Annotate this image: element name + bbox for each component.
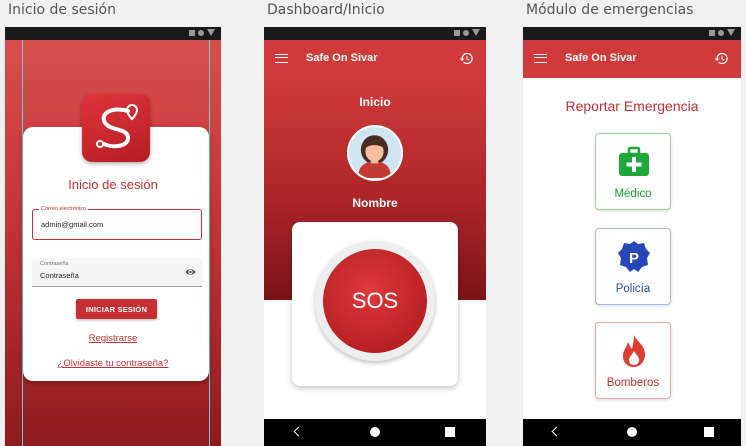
bomberos-label: Bomberos bbox=[606, 377, 660, 389]
sos-card: SOS bbox=[292, 222, 458, 386]
fire-icon bbox=[623, 335, 646, 367]
app-logo-icon bbox=[82, 94, 150, 162]
forgot-password-link[interactable]: ¿Olvidaste tu contraseña? bbox=[5, 358, 221, 369]
screen-caption-emergencies: Módulo de emergencias bbox=[526, 2, 694, 18]
avatar[interactable] bbox=[347, 125, 403, 181]
login-title: Inicio de sesión bbox=[68, 177, 158, 192]
app-title: Safe On Sivar bbox=[565, 52, 637, 64]
svg-text:P: P bbox=[629, 250, 639, 267]
history-icon[interactable] bbox=[459, 51, 474, 66]
sos-ring: SOS bbox=[315, 241, 435, 361]
home-icon[interactable] bbox=[627, 427, 637, 437]
policia-button[interactable]: P Policía bbox=[595, 228, 671, 305]
email-field-value: admin@gmail.com bbox=[41, 220, 104, 229]
dashboard-screen: Safe On Sivar Inicio Nombre SOS bbox=[264, 27, 486, 446]
first-aid-kit-icon bbox=[619, 146, 649, 176]
layout-guide bbox=[209, 40, 210, 446]
page-title: Reportar Emergencia bbox=[565, 98, 699, 114]
policia-label: Policía bbox=[615, 283, 651, 295]
user-name: Nombre bbox=[352, 196, 398, 210]
android-nav-bar bbox=[264, 419, 486, 446]
page-title: Inicio bbox=[359, 95, 391, 109]
sos-button[interactable]: SOS bbox=[323, 249, 427, 353]
email-field[interactable]: Correo electrónico admin@gmail.com bbox=[32, 206, 202, 240]
app-bar: Safe On Sivar bbox=[523, 40, 741, 78]
menu-icon[interactable] bbox=[275, 54, 288, 63]
home-icon[interactable] bbox=[370, 427, 380, 437]
app-title: Safe On Sivar bbox=[306, 52, 378, 64]
status-bar bbox=[264, 27, 486, 40]
medico-label: Médico bbox=[614, 188, 652, 200]
emergencies-screen: Safe On Sivar Reportar Emergencia Médico… bbox=[523, 27, 741, 446]
eye-icon[interactable] bbox=[185, 268, 196, 276]
app-bar: Safe On Sivar bbox=[264, 40, 486, 78]
email-field-label: Correo electrónico bbox=[39, 206, 88, 212]
password-field-label: Contraseña bbox=[40, 261, 69, 267]
police-badge-icon: P bbox=[618, 241, 650, 272]
history-icon[interactable] bbox=[714, 51, 729, 66]
status-bar bbox=[5, 27, 221, 40]
bomberos-button[interactable]: Bomberos bbox=[595, 322, 671, 399]
login-button[interactable]: INICIAR SESIÓN bbox=[76, 299, 157, 319]
recent-apps-icon[interactable] bbox=[445, 427, 455, 437]
menu-icon[interactable] bbox=[534, 54, 547, 63]
password-field[interactable]: Contraseña Contraseña bbox=[32, 258, 202, 287]
medico-button[interactable]: Médico bbox=[595, 133, 671, 210]
status-bar bbox=[523, 27, 741, 40]
register-link[interactable]: Registrarse bbox=[5, 333, 221, 344]
password-field-value: Contraseña bbox=[40, 271, 79, 280]
recent-apps-icon[interactable] bbox=[704, 427, 714, 437]
login-screen: Inicio de sesión Correo electrónico admi… bbox=[5, 27, 221, 446]
android-nav-bar bbox=[523, 419, 741, 446]
screen-caption-dashboard: Dashboard/Inicio bbox=[267, 2, 385, 18]
screen-caption-login: Inicio de sesión bbox=[8, 2, 116, 18]
